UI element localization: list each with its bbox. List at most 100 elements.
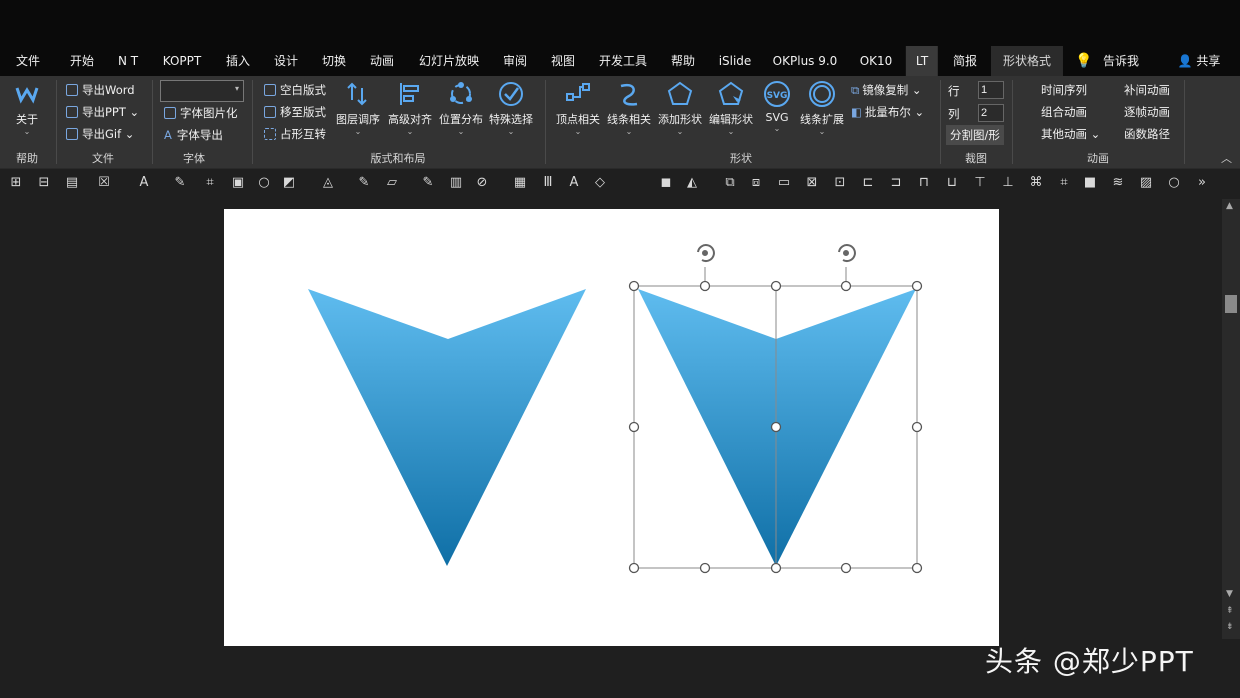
circle-icon[interactable]: ○ bbox=[1166, 175, 1182, 191]
scroll-up-icon[interactable]: ▲ bbox=[1226, 201, 1233, 211]
tool-icon[interactable]: ⊏ bbox=[860, 175, 876, 191]
tab-design[interactable]: 设计 bbox=[274, 46, 298, 76]
line-button[interactable]: 线条相关 ⌄ bbox=[607, 80, 651, 137]
tool-icon[interactable]: ⌗ bbox=[202, 175, 218, 191]
tool-icon[interactable]: ⊔ bbox=[944, 175, 960, 191]
scroll-down-icon[interactable]: ▼ bbox=[1226, 589, 1233, 599]
tool-icon[interactable]: ⊘ bbox=[474, 175, 490, 191]
font-select[interactable]: ▾ bbox=[160, 80, 244, 102]
slide[interactable] bbox=[224, 209, 999, 646]
tab-ok10[interactable]: OK10 bbox=[860, 46, 893, 76]
tool-icon[interactable]: ⊡ bbox=[832, 175, 848, 191]
share-button[interactable]: 👤 共享 bbox=[1178, 46, 1221, 76]
prev-slide-icon[interactable]: ⇞ bbox=[1226, 606, 1234, 616]
tool-icon[interactable]: ⊟ bbox=[36, 175, 52, 191]
tab-lt[interactable]: LT bbox=[905, 46, 939, 76]
tab-home[interactable]: 开始 bbox=[70, 46, 94, 76]
col-input[interactable] bbox=[978, 104, 1004, 122]
batch-boolean-button[interactable]: ◧ 批量布尔 ⌄ bbox=[851, 104, 924, 120]
next-slide-icon[interactable]: ⇟ bbox=[1226, 622, 1234, 632]
tool-icon[interactable]: ≋ bbox=[1110, 175, 1126, 191]
eyedropper-icon[interactable]: ✎ bbox=[420, 175, 436, 191]
tween-button[interactable]: 补间动画 bbox=[1124, 82, 1170, 98]
text-a-icon[interactable]: A bbox=[566, 175, 582, 191]
mirror-copy-button[interactable]: ⧉ 镜像复制 ⌄ bbox=[851, 82, 922, 98]
tab-islide[interactable]: iSlide bbox=[719, 46, 752, 76]
tool-icon[interactable]: ⊠ bbox=[804, 175, 820, 191]
more-icon[interactable]: » bbox=[1194, 175, 1210, 191]
export-ppt-button[interactable]: 导出PPT ⌄ bbox=[66, 104, 139, 120]
svg-button[interactable]: SVG SVG ⌄ bbox=[763, 80, 791, 134]
advanced-align-button[interactable]: 高级对齐 ⌄ bbox=[388, 80, 432, 137]
tool-icon[interactable]: Ⅲ bbox=[540, 175, 556, 191]
font-image-button[interactable]: 字体图片化 bbox=[164, 105, 238, 121]
collapse-ribbon-icon[interactable]: ︿ bbox=[1221, 150, 1232, 166]
close-box-icon[interactable]: ☒ bbox=[96, 175, 112, 191]
tool-icon[interactable]: ⧈ bbox=[748, 175, 764, 191]
placeholder-swap-button[interactable]: 占形互转 bbox=[264, 126, 326, 142]
tab-transitions[interactable]: 切换 bbox=[322, 46, 346, 76]
add-shape-button[interactable]: 添加形状 ⌄ bbox=[658, 80, 702, 137]
font-export-button[interactable]: A 字体导出 bbox=[164, 127, 223, 143]
vertex-button[interactable]: 顶点相关 ⌄ bbox=[556, 80, 600, 137]
paint-bucket-icon[interactable]: ◬ bbox=[320, 175, 336, 191]
eyedropper-icon[interactable]: ✎ bbox=[172, 175, 188, 191]
combo-anim-button[interactable]: 组合动画 bbox=[1041, 104, 1087, 120]
line-color-icon[interactable]: ▱ bbox=[384, 175, 400, 191]
font-color-icon[interactable]: A bbox=[136, 175, 152, 191]
tool-icon[interactable]: ⌘ bbox=[1028, 175, 1044, 191]
arrow-shape-left[interactable] bbox=[308, 289, 586, 566]
tool-icon[interactable]: ◭ bbox=[684, 175, 700, 191]
frame-anim-button[interactable]: 逐帧动画 bbox=[1124, 104, 1170, 120]
tab-okplus[interactable]: OKPlus 9.0 bbox=[773, 46, 838, 76]
tab-file[interactable]: 文件 bbox=[16, 46, 40, 76]
scroll-thumb[interactable] bbox=[1225, 295, 1237, 313]
arrow-half-left[interactable] bbox=[638, 289, 776, 566]
tell-me-button[interactable]: 告诉我 bbox=[1103, 46, 1139, 76]
tab-brief[interactable]: 简报 bbox=[953, 46, 977, 76]
tool-icon[interactable]: ▦ bbox=[512, 175, 528, 191]
export-gif-button[interactable]: 导出Gif ⌄ bbox=[66, 126, 134, 142]
about-button[interactable]: 关于 ⌄ bbox=[13, 80, 41, 137]
special-select-button[interactable]: 特殊选择 ⌄ bbox=[489, 80, 533, 137]
tool-icon[interactable]: ▭ bbox=[776, 175, 792, 191]
layer-order-button[interactable]: 图层调序 ⌄ bbox=[336, 80, 380, 137]
tab-shape-format[interactable]: 形状格式 bbox=[990, 46, 1064, 76]
move-layout-button[interactable]: 移至版式 bbox=[264, 104, 326, 120]
tool-icon[interactable]: ⊞ bbox=[8, 175, 24, 191]
tab-review[interactable]: 审阅 bbox=[503, 46, 527, 76]
tool-icon[interactable]: ⊓ bbox=[916, 175, 932, 191]
image-icon[interactable]: ▨ bbox=[1138, 175, 1154, 191]
tool-icon[interactable]: ◼ bbox=[658, 175, 674, 191]
chart-icon[interactable]: ▥ bbox=[448, 175, 464, 191]
edit-shape-button[interactable]: 编辑形状 ⌄ bbox=[709, 80, 753, 137]
time-seq-button[interactable]: 时间序列 bbox=[1041, 82, 1087, 98]
fill-swatch-icon[interactable]: ◩ bbox=[281, 175, 297, 191]
tool-icon[interactable]: ▣ bbox=[230, 175, 246, 191]
tool-icon[interactable]: ⧉ bbox=[722, 175, 738, 191]
tool-icon[interactable]: ⊥ bbox=[1000, 175, 1016, 191]
tab-view[interactable]: 视图 bbox=[551, 46, 575, 76]
rotate-handle-icon[interactable] bbox=[697, 244, 856, 263]
textbox-icon[interactable]: ▤ bbox=[64, 175, 80, 191]
blank-layout-button[interactable]: 空白版式 bbox=[264, 82, 326, 98]
row-input[interactable] bbox=[978, 81, 1004, 99]
tab-animations[interactable]: 动画 bbox=[370, 46, 394, 76]
func-path-button[interactable]: 函数路径 bbox=[1124, 126, 1170, 142]
other-anim-button[interactable]: 其他动画 ⌄ bbox=[1041, 126, 1100, 142]
line-expand-button[interactable]: 线条扩展 ⌄ bbox=[800, 80, 844, 137]
tab-insert[interactable]: 插入 bbox=[226, 46, 250, 76]
tab-help[interactable]: 帮助 bbox=[671, 46, 695, 76]
white-square-icon[interactable]: ■ bbox=[1082, 175, 1098, 191]
crop-icon[interactable]: ⌗ bbox=[1056, 175, 1072, 191]
split-button[interactable]: 分割图/形 bbox=[946, 125, 1004, 145]
tab-nt[interactable]: N T bbox=[118, 46, 138, 76]
tool-icon[interactable]: ⊤ bbox=[972, 175, 988, 191]
tool-icon[interactable]: ⊐ bbox=[888, 175, 904, 191]
tab-koppt[interactable]: KOPPT bbox=[163, 46, 201, 76]
eyedropper-icon[interactable]: ✎ bbox=[356, 175, 372, 191]
tab-developer[interactable]: 开发工具 bbox=[599, 46, 647, 76]
arrow-half-right[interactable] bbox=[776, 289, 916, 566]
export-word-button[interactable]: 导出Word bbox=[66, 82, 135, 98]
position-dist-button[interactable]: 位置分布 ⌄ bbox=[439, 80, 483, 137]
